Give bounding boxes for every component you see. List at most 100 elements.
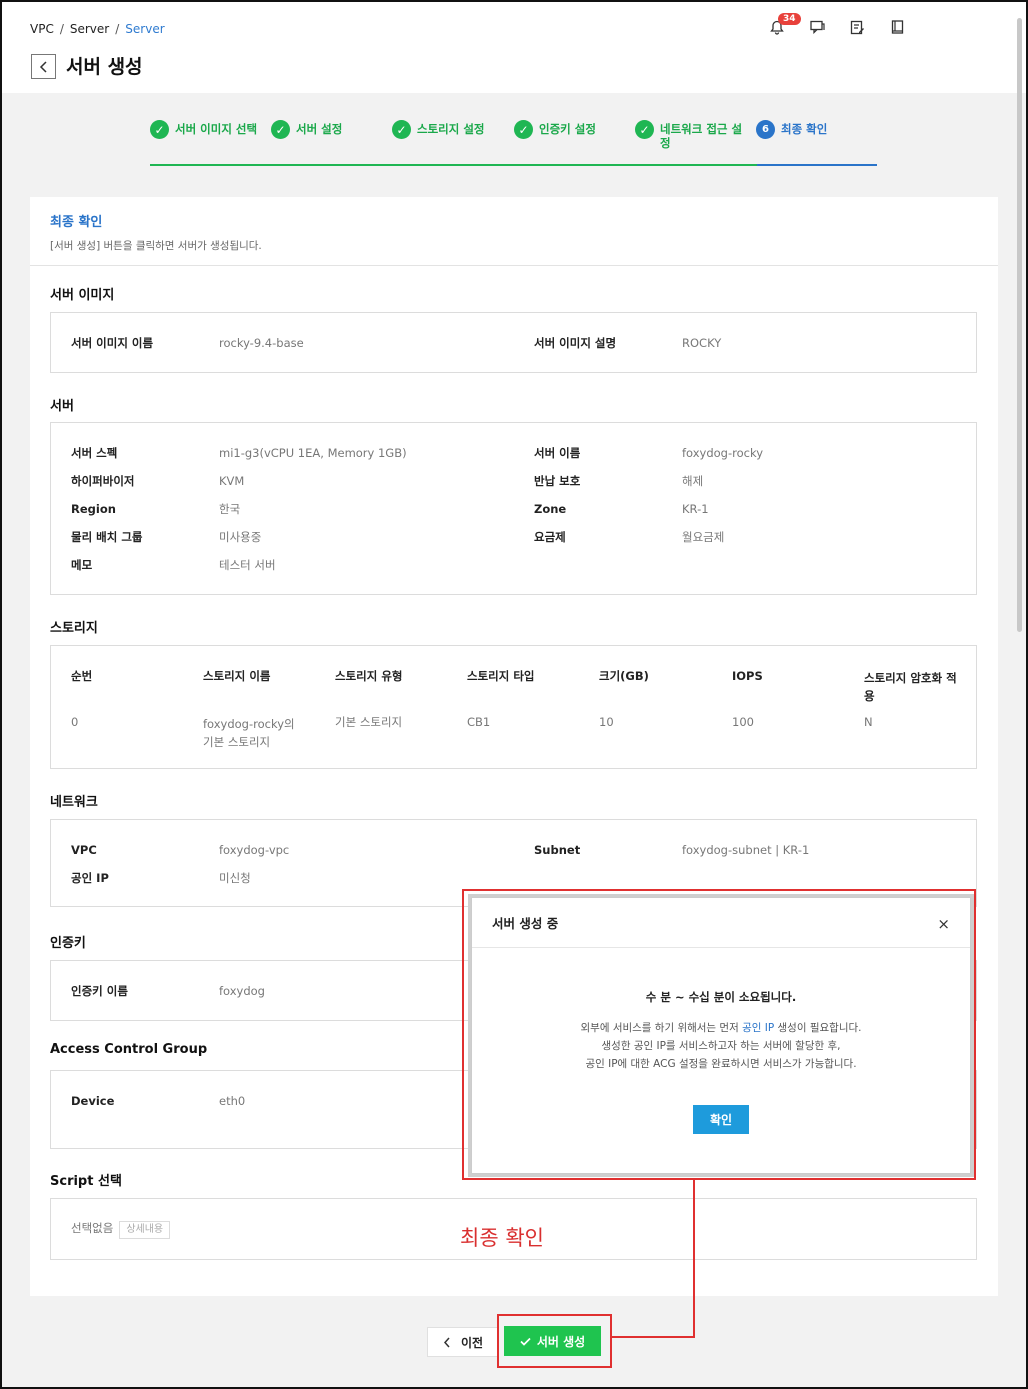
value-memo: 테스터 서버 (219, 558, 276, 572)
modal-description: 외부에 서비스를 하기 위해서는 먼저 공인 IP 생성이 필요합니다. 생성한… (472, 1019, 970, 1073)
value-hypervisor: KVM (219, 474, 245, 488)
book-icon[interactable] (888, 18, 906, 36)
card-header: 최종 확인 [서버 생성] 버튼을 클릭하면 서버가 생성됩니다. (30, 197, 998, 266)
step-label: 네트워크 접근 설정 (660, 122, 743, 150)
label-memo: 메모 (71, 558, 93, 572)
stepper-progress-current (757, 164, 877, 166)
breadcrumb-vpc[interactable]: VPC (30, 22, 54, 36)
label-server-image-desc: 서버 이미지 설명 (534, 336, 617, 350)
memo-edit-icon[interactable] (848, 18, 866, 36)
label-zone: Zone (534, 502, 567, 516)
value-public-ip: 미신청 (219, 871, 251, 885)
script-detail-button[interactable]: 상세내용 (119, 1221, 171, 1239)
check-icon: ✓ (271, 120, 290, 139)
chevron-left-icon (39, 60, 47, 73)
script-selection: 선택없음 상세내용 (71, 1221, 171, 1239)
modal-line-1: 외부에 서비스를 하기 위해서는 먼저 공인 IP 생성이 필요합니다. (472, 1019, 970, 1037)
breadcrumb-current[interactable]: Server (125, 22, 164, 36)
value-device: eth0 (219, 1094, 246, 1108)
storage-cell-name: foxydog-rocky의 기본 스토리지 (203, 717, 295, 749)
annotation-connector-vertical (693, 1180, 695, 1338)
modal-main-message: 수 분 ~ 수십 분이 소요됩니다. (645, 990, 797, 1004)
check-icon (520, 1337, 531, 1346)
breadcrumb-separator: / (115, 22, 120, 36)
step-network-access[interactable]: ✓ 네트워크 접근 설정 (635, 120, 745, 150)
modal-header: 서버 생성 중 × (472, 898, 970, 948)
public-ip-link[interactable]: 공인 IP (742, 1022, 774, 1034)
label-return-protection: 반납 보호 (534, 474, 581, 488)
storage-cell-type: CB1 (467, 715, 491, 729)
label-subnet: Subnet (534, 843, 581, 857)
storage-header-kind: 스토리지 유형 (335, 669, 403, 683)
prev-button[interactable]: 이전 (427, 1327, 499, 1357)
breadcrumb-server[interactable]: Server (70, 22, 109, 36)
step-label: 서버 이미지 선택 (175, 122, 258, 136)
value-server-image-desc: ROCKY (682, 336, 722, 350)
value-subnet: foxydog-subnet | KR-1 (682, 843, 810, 857)
create-server-button[interactable]: 서버 생성 (504, 1326, 601, 1356)
card-description: [서버 생성] 버튼을 클릭하면 서버가 생성됩니다. (50, 240, 262, 252)
card-title: 최종 확인 (50, 215, 103, 230)
label-placement-group: 물리 배치 그룹 (71, 530, 143, 544)
label-server-name: 서버 이름 (534, 446, 581, 460)
step-number: 6 (756, 120, 775, 139)
label-hypervisor: 하이퍼바이저 (71, 474, 135, 488)
storage-cell-kind: 기본 스토리지 (335, 715, 403, 729)
step-label: 스토리지 설정 (417, 122, 485, 136)
label-public-ip: 공인 IP (71, 871, 109, 885)
scrollbar[interactable] (1017, 18, 1022, 632)
server-box: 서버 스펙 mi1-g3(vCPU 1EA, Memory 1GB) 서버 이름… (50, 422, 977, 595)
value-server-spec: mi1-g3(vCPU 1EA, Memory 1GB) (219, 446, 407, 460)
modal-line-3: 공인 IP에 대한 ACG 설정을 완료하시면 서비스가 가능합니다. (585, 1058, 857, 1070)
script-value: 선택없음 (71, 1221, 114, 1235)
stepper-progress-complete (150, 164, 757, 166)
step-label: 서버 설정 (296, 122, 343, 136)
step-auth-key-settings[interactable]: ✓ 인증키 설정 (514, 120, 596, 139)
chat-icon[interactable] (808, 18, 826, 36)
back-button[interactable] (31, 54, 56, 79)
notification-badge: 34 (778, 13, 801, 25)
step-label: 최종 확인 (781, 122, 828, 136)
check-icon: ✓ (635, 120, 654, 139)
close-icon[interactable]: × (937, 915, 950, 933)
storage-cell-size: 10 (599, 715, 614, 729)
breadcrumb: VPC / Server / Server (30, 22, 165, 36)
label-vpc: VPC (71, 843, 97, 857)
value-return-protection: 해제 (682, 474, 704, 488)
top-icon-bar: 34 (768, 13, 906, 36)
value-pricing-plan: 월요금제 (682, 530, 725, 544)
step-final-confirm[interactable]: 6 최종 확인 (756, 120, 828, 139)
storage-header-index: 순번 (71, 669, 93, 683)
section-title-auth-key: 인증키 (50, 936, 86, 951)
value-region: 한국 (219, 502, 241, 516)
step-storage-settings[interactable]: ✓ 스토리지 설정 (392, 120, 485, 139)
label-region: Region (71, 502, 116, 516)
modal-line-1-text: 외부에 서비스를 하기 위해서는 먼저 (580, 1022, 743, 1034)
step-server-image[interactable]: ✓ 서버 이미지 선택 (150, 120, 258, 139)
value-auth-key-name: foxydog (219, 984, 265, 998)
storage-header-iops: IOPS (732, 669, 763, 683)
bell-icon[interactable]: 34 (768, 13, 801, 36)
section-title-server-image: 서버 이미지 (50, 288, 115, 303)
create-server-label: 서버 생성 (536, 1334, 586, 1349)
section-title-acg: Access Control Group (50, 1042, 208, 1057)
storage-cell-iops: 100 (732, 715, 754, 729)
storage-header-encryption: 스토리지 암호화 적용 (864, 671, 957, 703)
prev-button-label: 이전 (460, 1335, 484, 1350)
section-title-storage: 스토리지 (50, 621, 98, 636)
section-title-server: 서버 (50, 399, 74, 414)
storage-cell-index: 0 (71, 715, 79, 729)
value-server-name: foxydog-rocky (682, 446, 764, 460)
section-title-network: 네트워크 (50, 795, 98, 810)
modal-line-2: 생성한 공인 IP를 서비스하고자 하는 서버에 할당한 후, (601, 1040, 841, 1052)
step-server-settings[interactable]: ✓ 서버 설정 (271, 120, 343, 139)
value-zone: KR-1 (682, 502, 709, 516)
annotation-label: 최종 확인 (460, 1226, 544, 1250)
modal-title: 서버 생성 중 (492, 916, 559, 931)
storage-header-name: 스토리지 이름 (203, 669, 271, 683)
chevron-left-icon (443, 1337, 450, 1347)
modal-line-1-suffix: 생성이 필요합니다. (774, 1022, 862, 1034)
storage-header-type: 스토리지 타입 (467, 669, 535, 683)
step-label: 인증키 설정 (539, 122, 596, 136)
modal-ok-button[interactable]: 확인 (693, 1105, 749, 1134)
